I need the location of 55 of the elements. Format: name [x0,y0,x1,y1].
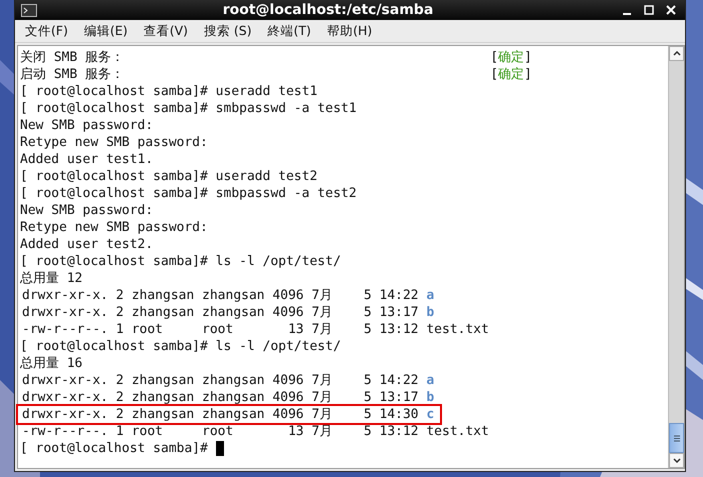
terminal-line: Added user test2. [20,236,154,253]
listing-details: -rw-r--r--. 1 root root 13 7月 5 13:12 [22,423,419,440]
window-title: root@localhost:/etc/samba [222,2,434,18]
menu-item[interactable]: 查看(V) [138,20,194,42]
listing-details: drwxr-xr-x. 2 zhangsan zhangsan 4096 7月 5 13:17 [22,304,419,321]
minimize-icon [623,13,631,15]
text-cursor [216,441,224,456]
directory-name: c [426,406,434,423]
chevron-down-icon [672,458,680,463]
terminal-line: [ root@localhost samba]# useradd test1 [20,83,318,100]
terminal-line: Retype new SMB password: [20,134,208,151]
listing-details: drwxr-xr-x. 2 zhangsan zhangsan 4096 7月 5 14:22 [22,287,419,304]
directory-name: b [426,304,434,321]
menu-item[interactable]: 搜索 (S) [198,20,258,42]
terminal-line: 关闭 SMB 服务： [20,49,124,66]
menu-item[interactable]: 编辑(E) [78,20,134,42]
directory-name: a [426,287,434,304]
terminal-line: 总用量 12 [20,270,82,287]
menu-item[interactable]: 文件(F) [19,20,74,42]
close-icon [666,5,676,15]
terminal-line: Added user test1. [20,151,154,168]
file-name: test.txt [426,321,489,338]
status-result: 确定 [498,66,524,83]
bracket: ] [524,66,532,83]
listing-details: drwxr-xr-x. 2 zhangsan zhangsan 4096 7月 5 14:22 [22,372,419,389]
scroll-up-button[interactable] [669,46,684,61]
menu-item[interactable]: 帮助(H) [320,20,378,42]
terminal-line: [ root@localhost samba]# ls -l /opt/test/ [20,253,341,270]
scrollbar[interactable] [668,46,684,468]
bracket: ] [524,49,532,66]
status-result: 确定 [498,49,524,66]
terminal-line: 总用量 16 [20,355,82,372]
terminal-line: [ root@localhost samba]# ls -l /opt/test/ [20,338,341,355]
scroll-down-button[interactable] [669,453,684,468]
directory-name: a [426,372,434,389]
terminal-icon [21,4,37,16]
terminal-line: [ root@localhost samba]# smbpasswd -a test1 [20,100,357,117]
terminal-line: New SMB password: [20,117,154,134]
chevron-up-icon [672,51,680,56]
menu-item[interactable]: 終端(T) [262,20,317,42]
scroll-thumb[interactable] [669,423,684,453]
terminal-line: New SMB password: [20,202,154,219]
maximize-icon [644,5,654,15]
directory-name: b [426,389,434,406]
listing-details: drwxr-xr-x. 2 zhangsan zhangsan 4096 7月 5 14:30 [22,406,419,423]
bracket: [ [490,49,498,66]
terminal-line: [ root@localhost samba]# smbpasswd -a test2 [20,185,357,202]
listing-details: drwxr-xr-x. 2 zhangsan zhangsan 4096 7月 5 13:17 [22,389,419,406]
terminal-prompt: [ root@localhost samba]# [20,440,208,457]
file-name: test.txt [426,423,489,440]
terminal-line: Retype new SMB password: [20,219,208,236]
bracket: [ [490,66,498,83]
terminal-line: 启动 SMB 服务： [20,66,124,83]
terminal-line: [ root@localhost samba]# useradd test2 [20,168,318,185]
listing-details: -rw-r--r--. 1 root root 13 7月 5 13:12 [22,321,419,338]
